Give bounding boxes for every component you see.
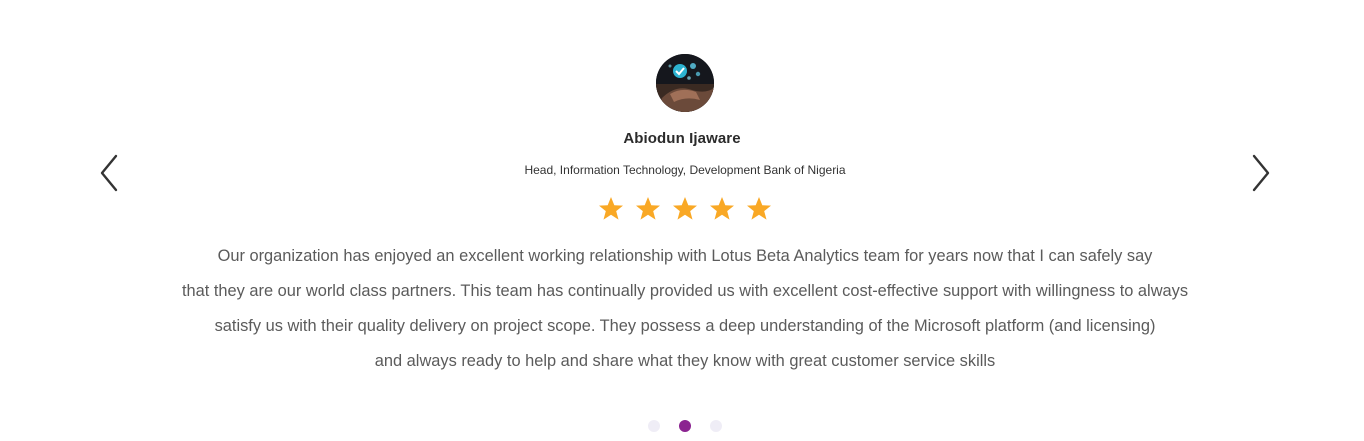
quote-line: satisfy us with their quality delivery o… bbox=[214, 317, 1156, 335]
star-icon bbox=[634, 195, 662, 223]
testimonial-role: Head, Information Technology, Developmen… bbox=[524, 163, 846, 177]
quote-line: Our organization has enjoyed an excellen… bbox=[217, 247, 1153, 265]
quote-line: that they are our world class partners. … bbox=[181, 282, 1189, 300]
testimonial-quote: Our organization has enjoyed an excellen… bbox=[100, 239, 1270, 379]
prev-slide-button[interactable] bbox=[97, 152, 121, 194]
slide-dot-1[interactable] bbox=[648, 420, 660, 432]
avatar bbox=[656, 54, 714, 112]
testimonial-slider: Abiodun Ijaware Head, Information Techno… bbox=[0, 0, 1364, 441]
chevron-right-icon bbox=[1252, 154, 1270, 192]
star-icon bbox=[597, 195, 625, 223]
star-icon bbox=[708, 195, 736, 223]
star-rating bbox=[0, 195, 1364, 227]
star-icon bbox=[671, 195, 699, 223]
testimonial-name: Abiodun Ijaware bbox=[623, 130, 741, 147]
slide-indicators bbox=[0, 420, 1364, 432]
next-slide-button[interactable] bbox=[1249, 152, 1273, 194]
chevron-left-icon bbox=[100, 154, 118, 192]
slide-dot-2[interactable] bbox=[679, 420, 691, 432]
slide-dot-3[interactable] bbox=[710, 420, 722, 432]
star-icon bbox=[745, 195, 773, 223]
quote-line: and always ready to help and share what … bbox=[374, 352, 996, 370]
